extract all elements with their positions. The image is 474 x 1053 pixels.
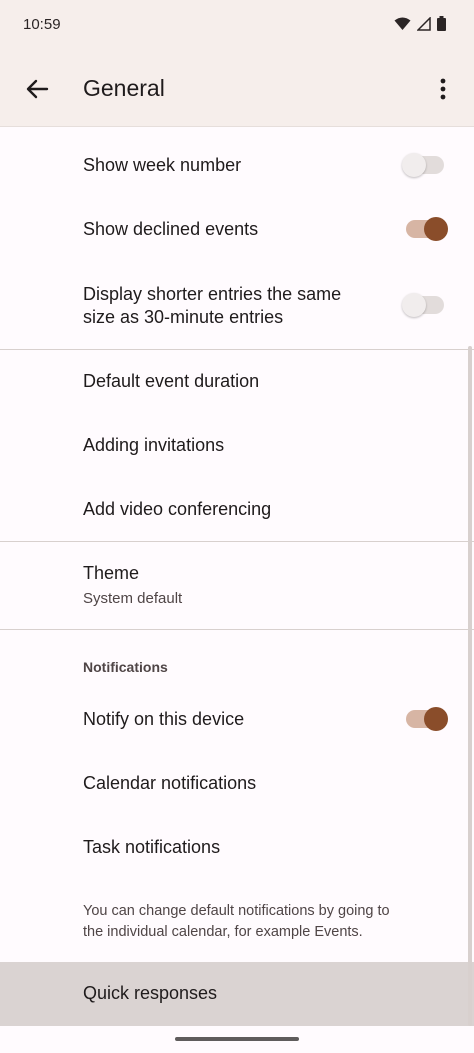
more-options-icon[interactable] [428, 74, 458, 104]
setting-label: Calendar notifications [83, 773, 257, 793]
setting-label: Quick responses [83, 983, 218, 1003]
show-week-number-toggle[interactable] [402, 153, 444, 177]
gesture-nav-handle[interactable] [175, 1037, 299, 1041]
signal-icon [417, 16, 431, 31]
shorter-entries-toggle[interactable] [402, 293, 444, 317]
setting-label: Default event duration [83, 371, 260, 391]
toggle-knob [402, 153, 426, 177]
setting-label-line1: Display shorter entries the same [83, 284, 342, 304]
notifications-footnote-line2: the individual calendar, for example Eve… [83, 924, 363, 940]
toggle-knob [424, 707, 448, 731]
app-bar: General [0, 52, 474, 127]
setting-label: Show declined events [83, 219, 259, 239]
theme-value: System default [83, 590, 183, 607]
setting-task-notifications[interactable]: Task notifications [0, 816, 474, 878]
setting-label: Adding invitations [83, 435, 225, 455]
setting-label-line2: size as 30-minute entries [83, 307, 284, 327]
toggle-knob [402, 293, 426, 317]
status-bar: 10:59 [0, 0, 474, 52]
setting-shorter-entries[interactable]: Display shorter entries the same size as… [0, 262, 474, 348]
battery-icon [437, 16, 446, 31]
notifications-footnote-line1: You can change default notifications by … [83, 903, 390, 919]
setting-label: Notify on this device [83, 709, 245, 729]
status-icons [394, 16, 446, 31]
setting-show-declined-events[interactable]: Show declined events [0, 198, 474, 260]
notify-on-device-toggle[interactable] [406, 707, 448, 731]
setting-label: Show week number [83, 155, 242, 175]
back-arrow-icon[interactable] [22, 74, 52, 104]
page-title: General [83, 75, 165, 101]
setting-label: Add video conferencing [83, 499, 272, 519]
setting-label: Theme [83, 563, 140, 583]
setting-adding-invitations[interactable]: Adding invitations [0, 414, 474, 476]
divider [0, 629, 474, 630]
setting-theme[interactable]: Theme System default [0, 542, 474, 628]
wifi-icon [394, 17, 411, 30]
setting-notify-on-device[interactable]: Notify on this device [0, 688, 474, 750]
notifications-section-header: Notifications [83, 659, 168, 675]
setting-calendar-notifications[interactable]: Calendar notifications [0, 752, 474, 814]
show-declined-events-toggle[interactable] [406, 217, 448, 241]
status-time: 10:59 [23, 16, 61, 33]
setting-add-video-conferencing[interactable]: Add video conferencing [0, 478, 474, 540]
scrollbar[interactable] [468, 346, 472, 1026]
setting-default-event-duration[interactable]: Default event duration [0, 350, 474, 412]
setting-show-week-number[interactable]: Show week number [0, 134, 474, 196]
setting-label: Task notifications [83, 837, 221, 857]
toggle-knob [424, 217, 448, 241]
setting-quick-responses[interactable]: Quick responses [0, 962, 474, 1026]
